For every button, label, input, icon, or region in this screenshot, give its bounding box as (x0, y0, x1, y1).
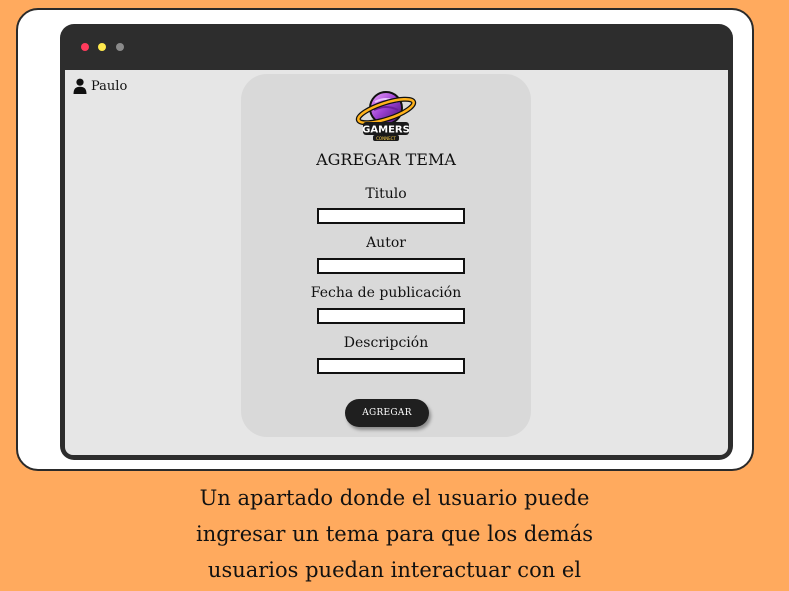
browser-window: Paulo GAMERS CONNECT AGREGAR TEMA Titulo… (60, 24, 733, 460)
logo-text: GAMERS (362, 125, 410, 136)
gamers-connect-logo: GAMERS CONNECT (355, 91, 417, 141)
logo-subtext: CONNECT (376, 136, 396, 141)
caption-line: ingresar un tema para que los demás (195, 522, 594, 546)
user-menu[interactable]: Paulo (73, 78, 127, 94)
description-label: Descripción (343, 335, 429, 351)
form-title: AGREGAR TEMA (316, 150, 456, 169)
close-window-button[interactable] (81, 43, 89, 51)
minimize-window-button[interactable] (98, 43, 106, 51)
publication-date-label: Fecha de publicación (310, 285, 462, 301)
title-label: Titulo (365, 186, 407, 202)
publication-date-input[interactable] (317, 308, 465, 324)
title-input[interactable] (317, 208, 465, 224)
caption-line: Un apartado donde el usuario puede (199, 486, 590, 510)
app-content: Paulo GAMERS CONNECT AGREGAR TEMA Titulo… (65, 70, 728, 455)
window-titlebar (60, 24, 733, 70)
caption-line: usuarios puedan interactuar con el (207, 558, 582, 582)
user-icon (73, 78, 87, 94)
maximize-window-button[interactable] (116, 43, 124, 51)
add-topic-panel: GAMERS CONNECT AGREGAR TEMA Titulo Autor… (241, 74, 531, 437)
caption: Un apartado donde el usuario puede ingre… (0, 480, 789, 588)
author-label: Autor (366, 235, 406, 251)
username: Paulo (91, 78, 128, 94)
author-input[interactable] (317, 258, 465, 274)
add-topic-button[interactable]: AGREGAR (345, 399, 429, 427)
description-input[interactable] (317, 358, 465, 374)
